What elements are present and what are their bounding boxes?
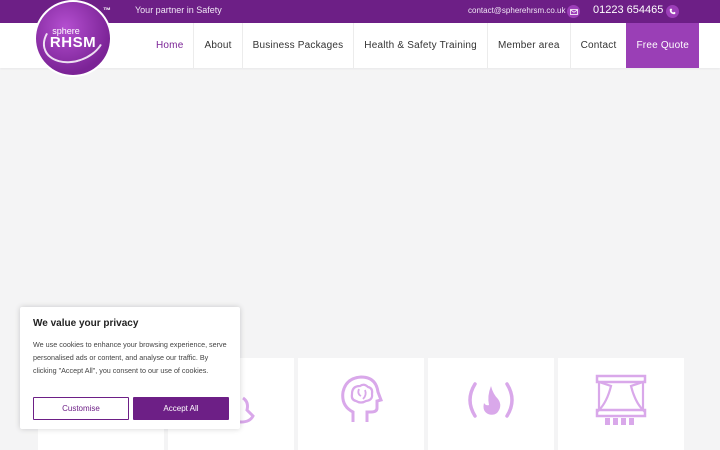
head-brain-icon bbox=[341, 375, 383, 422]
nav-health-safety-training[interactable]: Health & Safety Training bbox=[353, 23, 487, 68]
service-card[interactable] bbox=[558, 358, 684, 450]
nav-contact[interactable]: Contact bbox=[569, 23, 627, 68]
nav-home[interactable]: Home bbox=[146, 23, 193, 68]
accept-all-button[interactable]: Accept All bbox=[133, 397, 229, 420]
cookie-text: We use cookies to enhance your browsing … bbox=[33, 340, 227, 375]
service-card[interactable] bbox=[428, 358, 554, 450]
nav-member-area[interactable]: Member area bbox=[486, 23, 570, 68]
envelope-icon[interactable] bbox=[567, 5, 580, 18]
nav-business-packages[interactable]: Business Packages bbox=[241, 23, 354, 68]
main-nav: Home About Business Packages Health & Sa… bbox=[146, 23, 700, 68]
nav-about[interactable]: About bbox=[193, 23, 241, 68]
free-quote-button[interactable]: Free Quote bbox=[626, 23, 700, 68]
service-card[interactable] bbox=[298, 358, 424, 450]
theatre-stage-icon bbox=[595, 374, 647, 425]
sphere-rhsm-logo[interactable]: sphere RHSM bbox=[34, 0, 112, 77]
phone-icon[interactable] bbox=[666, 5, 679, 18]
cookie-consent-banner: We value your privacy We use cookies to … bbox=[20, 307, 240, 429]
tagline: Your partner in Safety bbox=[135, 5, 222, 15]
contact-email-link[interactable]: contact@spherehrsm.co.uk bbox=[468, 6, 566, 15]
trademark-symbol: ™ bbox=[103, 6, 111, 15]
phone-number-link[interactable]: 01223 654465 bbox=[593, 4, 663, 16]
cookie-title: We value your privacy bbox=[33, 318, 139, 329]
fire-icon bbox=[468, 382, 514, 418]
customise-button[interactable]: Customise bbox=[33, 397, 129, 420]
